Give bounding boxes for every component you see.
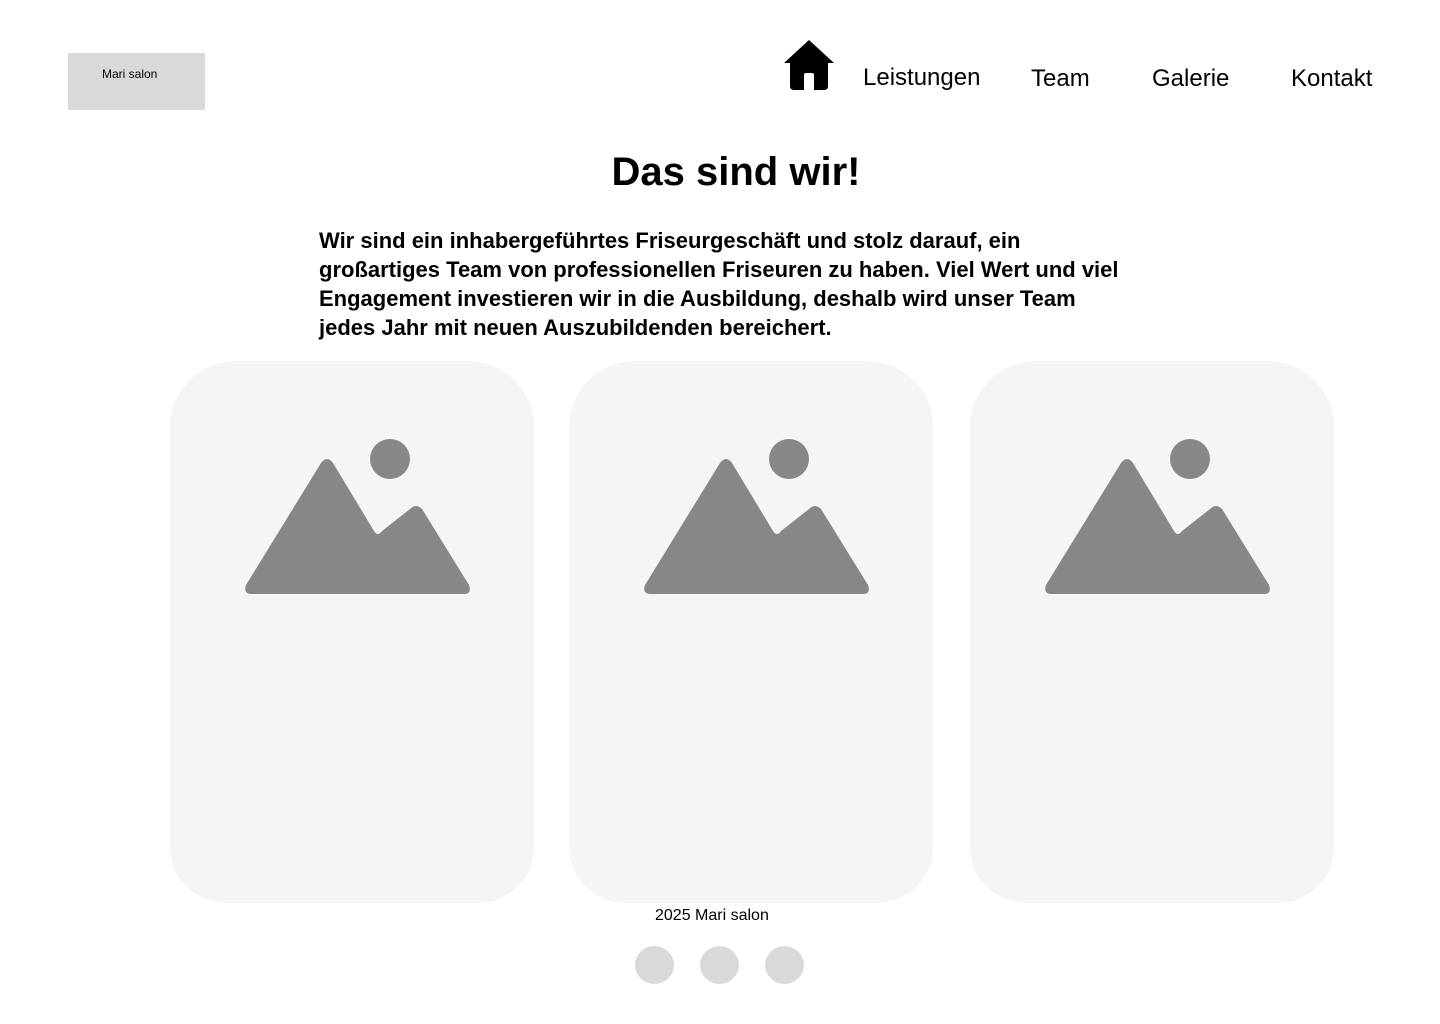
footer-copyright: 2025 Mari salon bbox=[655, 907, 769, 924]
home-icon[interactable] bbox=[783, 39, 835, 91]
image-placeholder-icon bbox=[644, 439, 869, 594]
team-card bbox=[170, 361, 534, 903]
pagination-dot-2[interactable] bbox=[700, 946, 739, 984]
nav-link-leistungen[interactable]: Leistungen bbox=[863, 61, 980, 95]
pagination-dot-3[interactable] bbox=[765, 946, 804, 984]
nav-link-team[interactable]: Team bbox=[1031, 62, 1090, 96]
image-placeholder-icon bbox=[245, 439, 470, 594]
pagination-dot-1[interactable] bbox=[635, 946, 674, 984]
team-card bbox=[569, 361, 933, 903]
team-card bbox=[970, 361, 1334, 903]
logo[interactable]: Mari salon bbox=[68, 53, 205, 110]
nav-link-galerie[interactable]: Galerie bbox=[1152, 62, 1229, 96]
page-title: Das sind wir! bbox=[611, 150, 861, 194]
logo-text: Mari salon bbox=[102, 67, 158, 81]
intro-text: Wir sind ein inhabergeführtes Friseurges… bbox=[319, 228, 1119, 340]
image-placeholder-icon bbox=[1045, 439, 1270, 594]
nav-link-kontakt[interactable]: Kontakt bbox=[1291, 62, 1372, 96]
